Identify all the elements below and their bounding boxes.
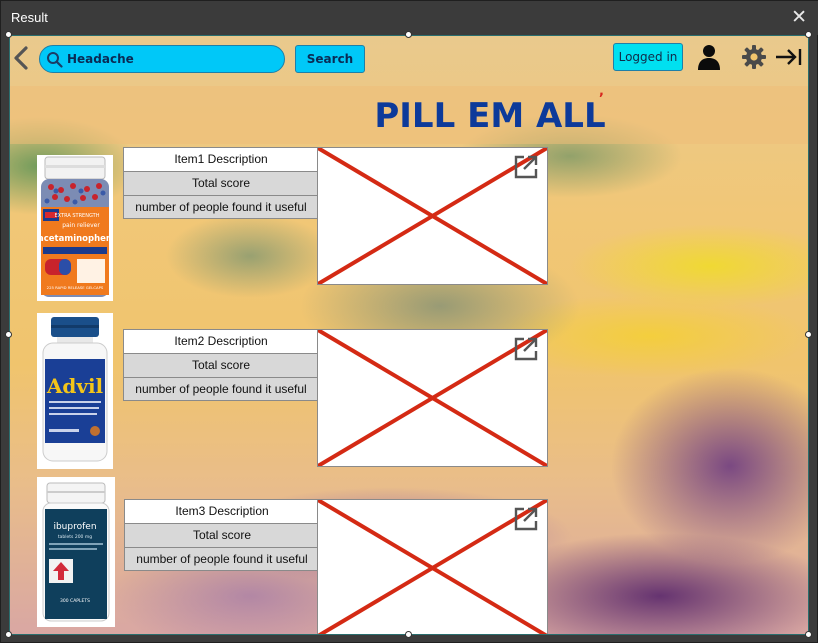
gear-icon[interactable] (741, 44, 767, 70)
product-image[interactable]: EXTRA STRENGTH pain reliever acetaminoph… (37, 155, 113, 301)
title-bar[interactable]: Result ✕ (1, 1, 818, 35)
app-title: PILL EM ALL (374, 96, 606, 136)
resize-handle[interactable] (805, 331, 812, 338)
item-preview[interactable] (317, 499, 548, 634)
title-mark: , (599, 84, 604, 99)
acetaminophen-bottle-image: EXTRA STRENGTH pain reliever acetaminoph… (38, 156, 112, 297)
resize-handle[interactable] (5, 331, 12, 338)
resize-handle[interactable] (805, 31, 812, 38)
search-box[interactable] (39, 45, 285, 73)
result-window: Result ✕ Search Logged in (0, 0, 818, 643)
svg-text:ibuprofen: ibuprofen (53, 522, 96, 532)
ibuprofen-bottle-image: ibuprofen tablets 200 mg 300 CAPLETS (42, 482, 110, 622)
item-preview[interactable] (317, 329, 548, 467)
resize-handle[interactable] (405, 31, 412, 38)
item-useful-count: number of people found it useful (123, 377, 319, 401)
chevron-left-icon[interactable] (12, 46, 30, 70)
item-info-panel: Item3 Description Total score number of … (124, 499, 320, 571)
svg-text:acetaminophen: acetaminophen (38, 234, 112, 244)
product-image[interactable]: ibuprofen tablets 200 mg 300 CAPLETS (37, 477, 115, 627)
resize-handle[interactable] (5, 31, 12, 38)
svg-text:tablets 200 mg: tablets 200 mg (58, 534, 92, 540)
item-info-panel: Item2 Description Total score number of … (123, 329, 319, 401)
item-preview[interactable] (317, 147, 548, 285)
item-description[interactable]: Item2 Description (123, 329, 319, 353)
item-total-score: Total score (124, 523, 320, 547)
login-status-badge[interactable]: Logged in (613, 43, 683, 71)
search-icon (47, 52, 63, 68)
item-useful-count: number of people found it useful (123, 195, 319, 219)
svg-text:pain reliever: pain reliever (62, 222, 100, 229)
svg-text:EXTRA STRENGTH: EXTRA STRENGTH (55, 213, 100, 219)
search-button[interactable]: Search (295, 45, 365, 73)
advil-bottle-image: Advil (42, 317, 108, 462)
svg-text:300 CAPLETS: 300 CAPLETS (60, 598, 90, 604)
resize-handle[interactable] (405, 631, 412, 638)
logout-arrow-icon[interactable] (774, 47, 802, 67)
open-external-icon[interactable] (513, 154, 539, 180)
open-external-icon[interactable] (513, 336, 539, 362)
item-total-score: Total score (123, 171, 319, 195)
resize-handle[interactable] (805, 631, 812, 638)
svg-text:225 RAPID RELEASE GELCAPS: 225 RAPID RELEASE GELCAPS (47, 285, 104, 290)
product-image[interactable]: Advil (37, 313, 113, 469)
open-external-icon[interactable] (513, 506, 539, 532)
app-canvas: Search Logged in (9, 35, 809, 635)
resize-handle[interactable] (5, 631, 12, 638)
top-toolbar: Search Logged in (10, 36, 808, 82)
svg-text:Advil: Advil (46, 374, 104, 398)
item-total-score: Total score (123, 353, 319, 377)
item-description[interactable]: Item1 Description (123, 147, 319, 171)
user-icon[interactable] (697, 44, 721, 70)
window-title: Result (11, 10, 48, 25)
item-info-panel: Item1 Description Total score number of … (123, 147, 319, 219)
item-description[interactable]: Item3 Description (124, 499, 320, 523)
search-input[interactable] (67, 48, 277, 70)
item-useful-count: number of people found it useful (124, 547, 320, 571)
close-button[interactable]: ✕ (791, 7, 807, 27)
